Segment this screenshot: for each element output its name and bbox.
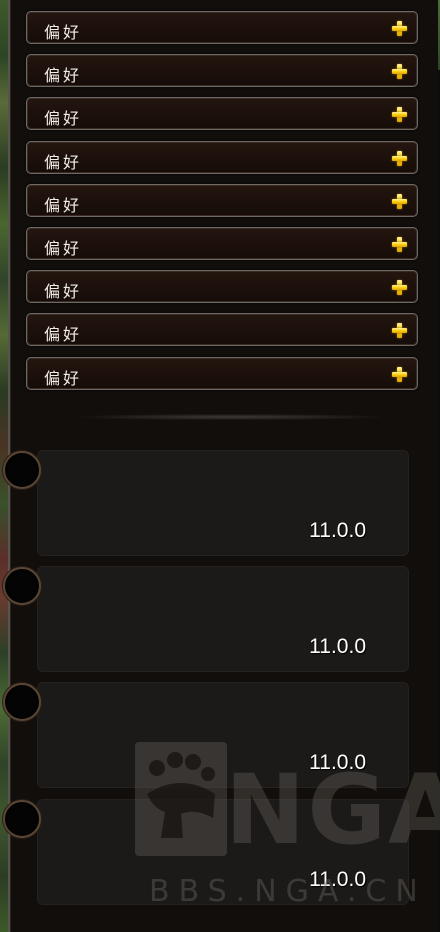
plus-icon[interactable] [392,366,407,382]
plus-icon[interactable] [392,64,407,80]
version-card[interactable]: 11.0.0 [37,450,409,556]
preference-row[interactable]: 偏好 [26,97,418,131]
preference-row[interactable]: 偏好 [26,11,418,44]
version-card[interactable]: 11.0.0 [37,566,409,672]
section-divider [80,414,380,420]
plus-icon[interactable] [392,323,407,339]
preference-row[interactable]: 偏好 [26,183,418,217]
preference-label: 偏好 [44,368,83,388]
preference-row[interactable]: 偏好 [26,226,418,260]
preference-label: 偏好 [44,238,83,258]
circle-slot[interactable] [3,451,41,489]
game-ui-screen: 偏好 偏好 偏好 偏好 偏好 偏好 偏好 偏好 偏好 11.0.0 11.0.0… [0,0,440,932]
preference-row[interactable]: 偏好 [26,270,418,304]
preference-label: 偏好 [44,282,83,302]
circle-slot[interactable] [3,567,41,605]
preference-list: 偏好 偏好 偏好 偏好 偏好 偏好 偏好 偏好 偏好 [26,11,418,400]
preference-label: 偏好 [44,152,83,172]
plus-icon[interactable] [392,280,407,296]
plus-icon[interactable] [392,236,407,252]
preference-label: 偏好 [44,195,83,215]
plus-icon[interactable] [392,107,407,123]
preference-label: 偏好 [44,325,83,345]
plus-icon[interactable] [392,193,407,209]
version-label: 11.0.0 [309,751,366,774]
version-label: 11.0.0 [309,635,366,658]
circle-slot[interactable] [3,683,41,721]
preference-label: 偏好 [44,109,83,129]
preference-row[interactable]: 偏好 [26,356,418,390]
preference-label: 偏好 [44,66,83,86]
version-card[interactable]: 11.0.0 [37,682,409,788]
version-label: 11.0.0 [309,868,366,891]
circle-slot[interactable] [3,800,41,838]
preference-row[interactable]: 偏好 [26,140,418,174]
version-label: 11.0.0 [309,519,366,542]
preference-row[interactable]: 偏好 [26,54,418,88]
plus-icon[interactable] [392,21,407,36]
plus-icon[interactable] [392,150,407,166]
preference-row[interactable]: 偏好 [26,313,418,347]
version-card[interactable]: 11.0.0 [37,799,409,905]
preference-label: 偏好 [44,23,83,42]
